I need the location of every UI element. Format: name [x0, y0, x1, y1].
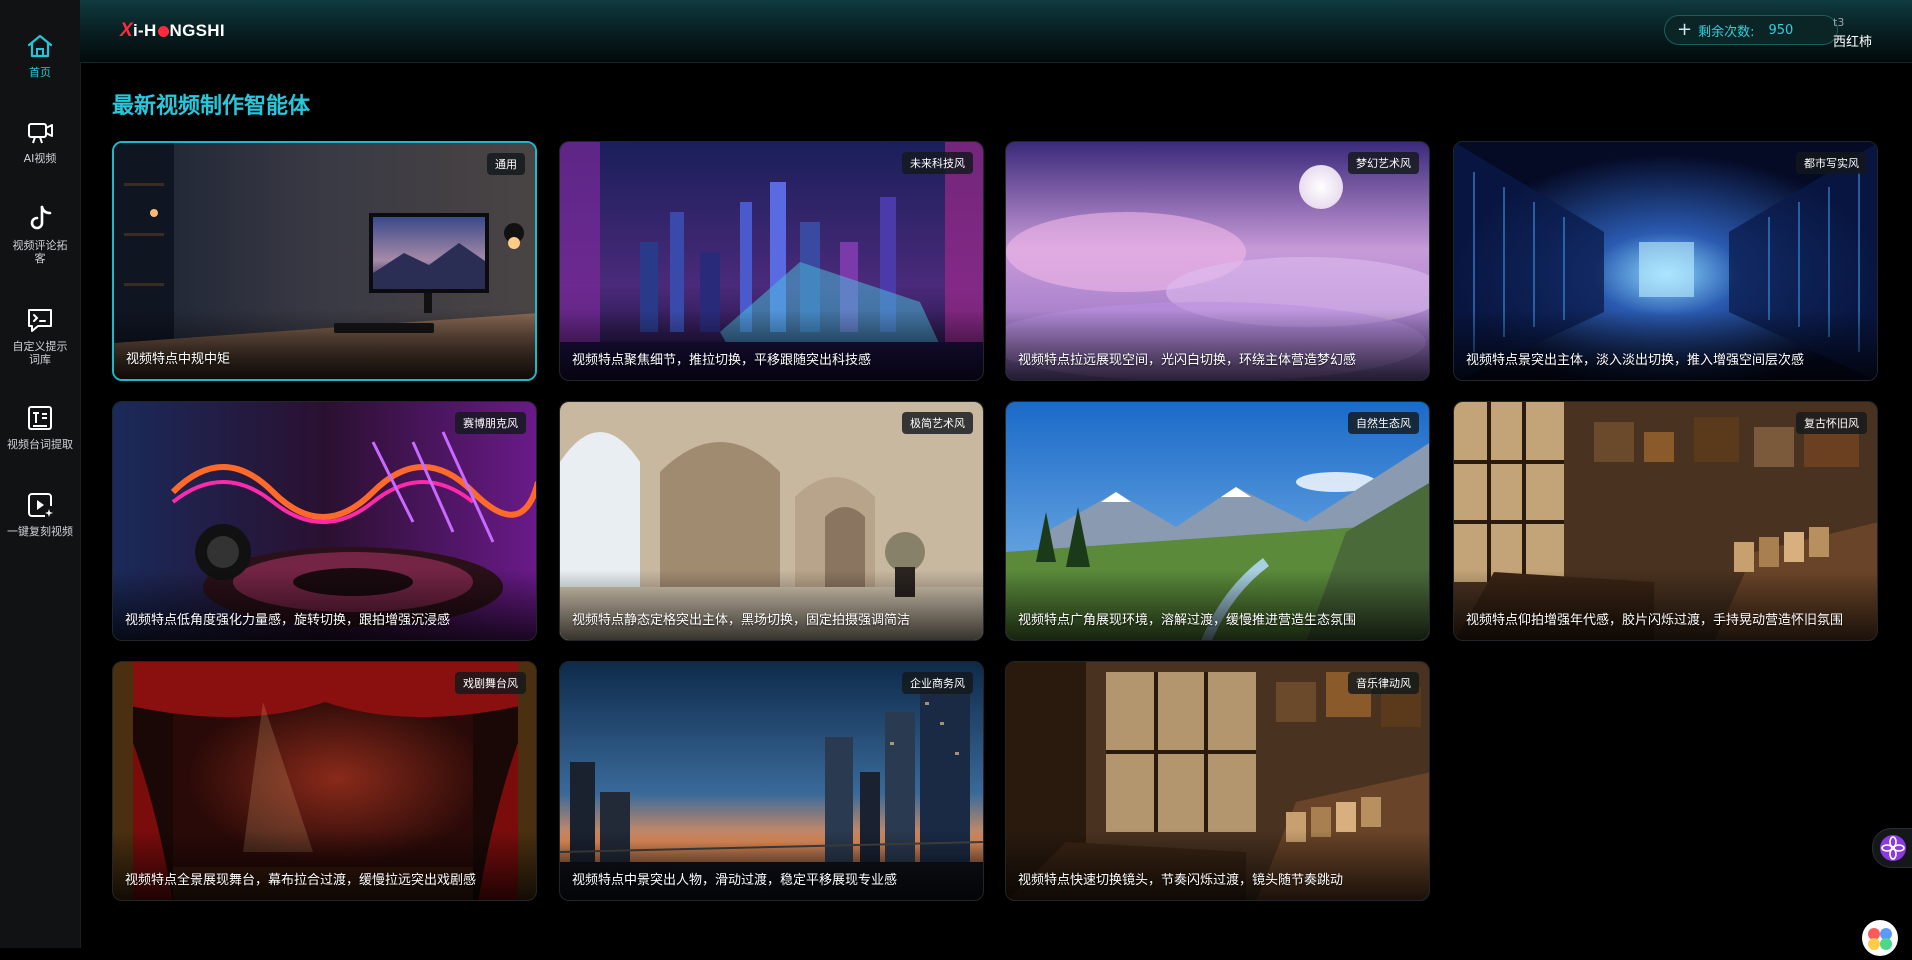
sidebar: 首页 AI视频 视频评论拓客 自定义提示词库 视频台词提取 一键复刻视频 — [0, 0, 81, 948]
style-tag: 都市写实风 — [1796, 152, 1867, 174]
agent-card-dream-art[interactable]: 梦幻艺术风 视频特点拉远展现空间，光闪白切换，环绕主体营造梦幻感 — [1005, 141, 1430, 381]
card-description: 视频特点静态定格突出主体，黑场切换，固定拍摄强调简洁 — [572, 613, 911, 628]
agent-card-music-rhythm[interactable]: 音乐律动风 视频特点快速切换镜头，节奏闪烁过渡，镜头随节奏跳动 — [1005, 661, 1430, 901]
style-tag: 企业商务风 — [902, 672, 973, 694]
sidebar-item-label: 一键复刻视频 — [7, 525, 73, 538]
logo-dot — [157, 25, 169, 37]
video-clone-icon — [28, 493, 53, 517]
sidebar-item-label: AI视频 — [23, 152, 57, 165]
style-tag: 通用 — [487, 153, 525, 175]
agent-card-minimal-art[interactable]: 极简艺术风 视频特点静态定格突出主体，黑场切换，固定拍摄强调简洁 — [559, 401, 984, 641]
assistant-icon[interactable] — [1862, 920, 1898, 956]
prompt-icon — [28, 309, 52, 332]
sidebar-item-video-clone[interactable]: 一键复刻视频 — [0, 489, 80, 538]
card-description: 视频特点中景突出人物，滑动过渡，稳定平移展现专业感 — [572, 873, 898, 888]
card-description: 视频特点景突出主体，淡入淡出切换，推入增强空间层次感 — [1466, 353, 1805, 368]
tiktok-icon — [30, 205, 52, 230]
flower-icon — [1880, 835, 1906, 861]
style-tag: 戏剧舞台风 — [455, 672, 526, 694]
sidebar-item-label: 视频台词提取 — [7, 438, 73, 451]
style-tag: 未来科技风 — [902, 152, 973, 174]
agent-card-theater[interactable]: 戏剧舞台风 视频特点全景展现舞台，幕布拉合过渡，缓慢拉远突出戏剧感 — [112, 661, 537, 901]
sidebar-item-ai-video[interactable]: AI视频 — [0, 116, 80, 165]
page-title: 最新视频制作智能体 — [112, 94, 311, 119]
style-tag: 复古怀旧风 — [1796, 412, 1867, 434]
agent-card-urban-real[interactable]: 都市写实风 视频特点景突出主体，淡入淡出切换，推入增强空间层次感 — [1453, 141, 1878, 381]
card-description: 视频特点拉远展现空间，光闪白切换，环绕主体营造梦幻感 — [1018, 353, 1357, 368]
card-description: 视频特点快速切换镜头，节奏闪烁过渡，镜头随节奏跳动 — [1018, 873, 1344, 888]
agent-card-nature[interactable]: 自然生态风 视频特点广角展现环境，溶解过渡，缓慢推进营造生态氛围 — [1005, 401, 1430, 641]
card-description: 视频特点聚焦细节，推拉切换，平移跟随突出科技感 — [572, 353, 872, 368]
style-tag: 梦幻艺术风 — [1348, 152, 1419, 174]
sidebar-item-label: 视频评论拓客 — [12, 239, 68, 265]
card-description: 视频特点低角度强化力量感，旋转切换，跟拍增强沉浸感 — [125, 613, 451, 628]
app-logo[interactable]: Xi-H NGSHI — [120, 18, 225, 44]
agent-card-future-tech[interactable]: 未来科技风 视频特点聚焦细节，推拉切换，平移跟随突出科技感 — [559, 141, 984, 381]
text-extract-icon — [28, 406, 52, 430]
agent-card-business[interactable]: 企业商务风 视频特点中景突出人物，滑动过渡，稳定平移展现专业感 — [559, 661, 984, 901]
sidebar-item-comment-leads[interactable]: 视频评论拓客 — [0, 203, 80, 265]
user-id: t3 — [1833, 16, 1845, 29]
top-header: Xi-H NGSHI + 剩余次数: 950 t3 西红柿 — [80, 0, 1912, 63]
card-description: 视频特点中规中矩 — [126, 352, 231, 367]
style-tag: 自然生态风 — [1348, 412, 1419, 434]
sidebar-item-label: 自定义提示词库 — [12, 340, 68, 366]
style-tag: 赛博朋克风 — [455, 412, 526, 434]
user-name[interactable]: 西红柿 — [1833, 31, 1872, 50]
card-description: 视频特点广角展现环境，溶解过渡，缓慢推进营造生态氛围 — [1018, 613, 1357, 628]
sidebar-item-prompt-library[interactable]: 自定义提示词库 — [0, 304, 80, 366]
credits-label: 剩余次数: — [1698, 24, 1755, 40]
agent-card-cyberpunk[interactable]: 赛博朋克风 视频特点低角度强化力量感，旋转切换，跟拍增强沉浸感 — [112, 401, 537, 641]
card-description: 视频特点全景展现舞台，幕布拉合过渡，缓慢拉远突出戏剧感 — [125, 873, 477, 888]
floating-ai-button[interactable] — [1872, 828, 1912, 868]
agent-card-general[interactable]: 通用 视频特点中规中矩 — [112, 141, 537, 381]
style-tag: 极简艺术风 — [902, 412, 973, 434]
credits-badge[interactable]: + 剩余次数: 950 — [1664, 15, 1838, 45]
sidebar-item-home[interactable]: 首页 — [0, 30, 80, 79]
credits-count: 950 — [1768, 22, 1794, 38]
video-camera-icon — [28, 123, 53, 144]
sidebar-item-line-extract[interactable]: 视频台词提取 — [0, 402, 80, 451]
sidebar-item-label: 首页 — [29, 66, 51, 79]
card-description: 视频特点仰拍增强年代感，胶片闪烁过渡，手持晃动营造怀旧氛围 — [1466, 613, 1844, 628]
agent-card-retro[interactable]: 复古怀旧风 视频特点仰拍增强年代感，胶片闪烁过渡，手持晃动营造怀旧氛围 — [1453, 401, 1878, 641]
style-tag: 音乐律动风 — [1348, 672, 1419, 694]
plus-icon: + — [1677, 19, 1693, 40]
home-icon — [27, 34, 53, 58]
